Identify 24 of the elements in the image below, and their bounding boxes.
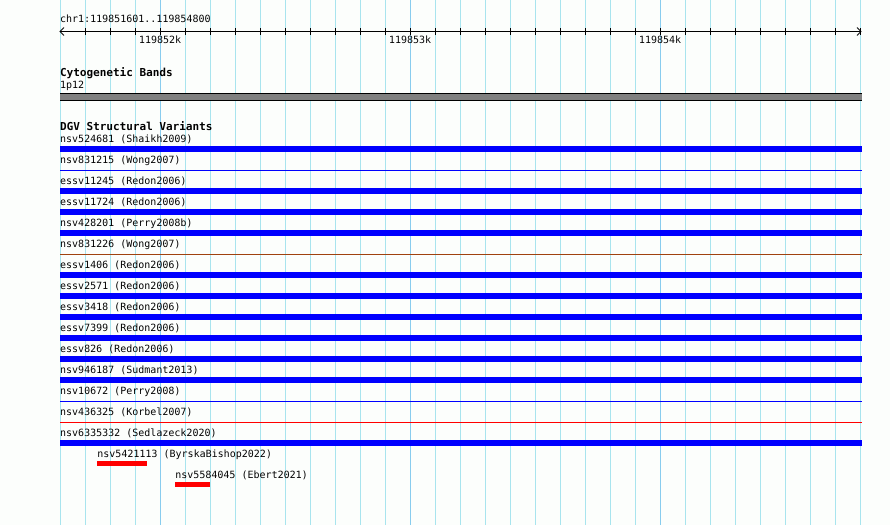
ruler-tick-label: 119853k — [388, 35, 432, 47]
ruler-tick-label: 119852k — [138, 35, 182, 47]
feature-label: nsv524681 (Shaikh2009) — [60, 134, 192, 146]
feature-label: essv7399 (Redon2006) — [60, 323, 180, 335]
region-label: chr1:119851601..119854800 — [60, 14, 211, 26]
feature-label: essv2571 (Redon2006) — [60, 281, 180, 293]
track-title: DGV Structural Variants — [60, 121, 212, 133]
feature-label: nsv946187 (Sudmant2013) — [60, 365, 198, 377]
feature-label: nsv428201 (Perry2008b) — [60, 218, 192, 230]
ruler-tick-label: 119854k — [638, 35, 682, 47]
feature-label: nsv831215 (Wong2007) — [60, 155, 180, 167]
feature-label: nsv436325 (Korbel2007) — [60, 407, 192, 419]
feature-label: nsv6335332 (Sedlazeck2020) — [60, 428, 217, 440]
feature-label: essv826 (Redon2006) — [60, 344, 174, 356]
feature-label: essv3418 (Redon2006) — [60, 302, 180, 314]
feature-label: nsv5584045 (Ebert2021) — [175, 470, 308, 482]
track-title: Cytogenetic Bands — [60, 67, 173, 79]
feature-label: nsv831226 (Wong2007) — [60, 239, 180, 251]
feature-label: essv1406 (Redon2006) — [60, 260, 180, 272]
feature-label: nsv10672 (Perry2008) — [60, 386, 180, 398]
band-label: 1p12 — [60, 80, 84, 92]
feature-label: essv11724 (Redon2006) — [60, 197, 186, 209]
feature-label: essv11245 (Redon2006) — [60, 176, 186, 188]
feature-label: nsv5421113 (ByrskaBishop2022) — [97, 449, 272, 461]
